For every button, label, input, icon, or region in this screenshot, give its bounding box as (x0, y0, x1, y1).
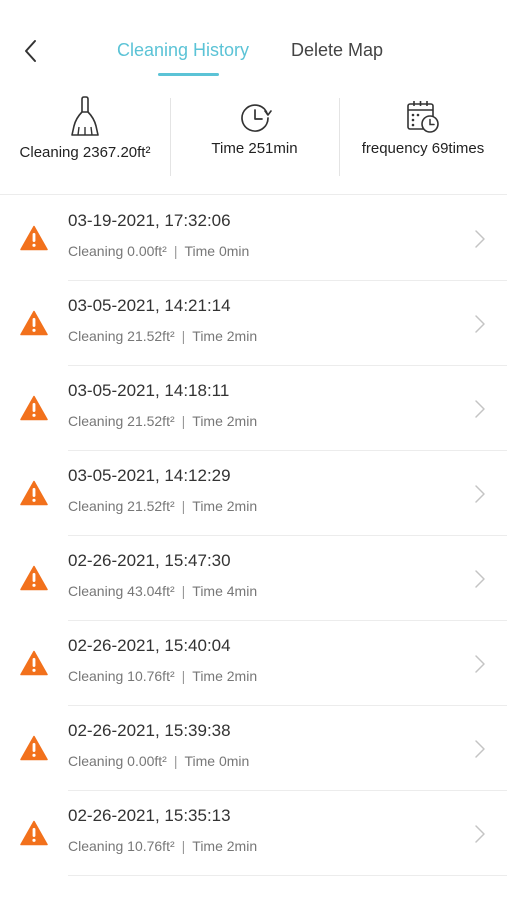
row-divider (68, 875, 507, 876)
record-area: Cleaning 21.52ft² (68, 413, 175, 429)
record-datetime: 03-05-2021, 14:18:11 (68, 381, 230, 400)
broom-icon (71, 96, 99, 136)
cleaning-record-item[interactable]: 02-26-2021, 15:47:30 Cleaning 43.04ft² | T… (0, 536, 507, 621)
warning-icon (20, 735, 48, 761)
record-area: Cleaning 0.00ft² (68, 753, 167, 769)
warning-icon (20, 820, 48, 846)
chevron-right-icon (475, 400, 485, 418)
record-details: Cleaning 0.00ft² | Time 0min (68, 243, 249, 259)
cleaning-record-item[interactable]: 03-05-2021, 14:18:11 Cleaning 21.52ft² | T… (0, 366, 507, 451)
cleaning-record-item[interactable]: 02-26-2021, 15:39:38 Cleaning 0.00ft² | Ti… (0, 706, 507, 791)
top-bar: Cleaning History Delete Map (0, 0, 507, 88)
calendar-clock-icon (407, 101, 439, 133)
summary-area-text: Cleaning 2367.20ft² (19, 144, 151, 161)
record-time: Time 2min (192, 498, 258, 514)
record-datetime: 03-05-2021, 14:21:14 (68, 296, 231, 315)
warning-icon (20, 650, 48, 676)
cleaning-summary: Cleaning 2367.20ft² Time 251min frequenc… (0, 88, 507, 195)
record-time: Time 0min (184, 243, 250, 259)
summary-area: Cleaning 2367.20ft² (0, 88, 170, 194)
record-time: Time 0min (184, 753, 250, 769)
active-tab-indicator (158, 73, 219, 76)
record-time: Time 2min (192, 668, 258, 684)
tab-delete-map[interactable]: Delete Map (291, 40, 383, 61)
record-time: Time 4min (192, 583, 258, 599)
chevron-left-icon (25, 40, 36, 62)
record-separator: | (181, 498, 186, 514)
summary-frequency: frequency 69times (339, 88, 507, 194)
record-separator: | (181, 838, 186, 854)
warning-icon (20, 480, 48, 506)
back-button[interactable] (20, 38, 44, 64)
record-datetime: 02-26-2021, 15:39:38 (68, 721, 231, 740)
record-separator: | (181, 583, 186, 599)
record-details: Cleaning 0.00ft² | Time 0min (68, 753, 249, 769)
record-details: Cleaning 10.76ft² | Time 2min (68, 668, 257, 684)
cleaning-record-item[interactable]: 02-26-2021, 15:40:04 Cleaning 10.76ft² | T… (0, 621, 507, 706)
record-area: Cleaning 0.00ft² (68, 243, 167, 259)
record-time: Time 2min (192, 413, 258, 429)
cleaning-record-item[interactable]: 02-26-2021, 15:35:13 Cleaning 10.76ft² | T… (0, 791, 507, 876)
record-datetime: 03-05-2021, 14:12:29 (68, 466, 231, 485)
record-time: Time 2min (192, 328, 258, 344)
record-time: Time 2min (192, 838, 258, 854)
tab-cleaning-history[interactable]: Cleaning History (117, 40, 249, 61)
record-separator: | (181, 668, 186, 684)
record-datetime: 02-26-2021, 15:40:04 (68, 636, 231, 655)
record-area: Cleaning 21.52ft² (68, 498, 175, 514)
record-details: Cleaning 10.76ft² | Time 2min (68, 838, 257, 854)
record-area: Cleaning 21.52ft² (68, 328, 175, 344)
record-details: Cleaning 21.52ft² | Time 2min (68, 413, 257, 429)
warning-icon (20, 225, 48, 251)
summary-time-text: Time 251min (211, 140, 298, 157)
record-datetime: 03-19-2021, 17:32:06 (68, 211, 231, 230)
cleaning-record-item[interactable]: 03-05-2021, 14:21:14 Cleaning 21.52ft² | T… (0, 281, 507, 366)
chevron-right-icon (475, 655, 485, 673)
record-details: Cleaning 21.52ft² | Time 2min (68, 498, 257, 514)
record-datetime: 02-26-2021, 15:47:30 (68, 551, 231, 570)
record-separator: | (173, 243, 178, 259)
chevron-right-icon (475, 570, 485, 588)
record-datetime: 02-26-2021, 15:35:13 (68, 806, 231, 825)
cleaning-record-item[interactable]: 03-19-2021, 17:32:06 Cleaning 0.00ft² | Ti… (0, 196, 507, 281)
record-separator: | (173, 753, 178, 769)
record-area: Cleaning 10.76ft² (68, 668, 175, 684)
clock-icon (240, 104, 272, 132)
record-details: Cleaning 21.52ft² | Time 2min (68, 328, 257, 344)
warning-icon (20, 565, 48, 591)
warning-icon (20, 395, 48, 421)
summary-frequency-text: frequency 69times (361, 140, 485, 157)
warning-icon (20, 310, 48, 336)
record-separator: | (181, 413, 186, 429)
chevron-right-icon (475, 740, 485, 758)
record-separator: | (181, 328, 186, 344)
chevron-right-icon (475, 485, 485, 503)
record-area: Cleaning 43.04ft² (68, 583, 175, 599)
summary-time: Time 251min (170, 88, 339, 194)
cleaning-record-item[interactable]: 03-05-2021, 14:12:29 Cleaning 21.52ft² | T… (0, 451, 507, 536)
chevron-right-icon (475, 230, 485, 248)
record-area: Cleaning 10.76ft² (68, 838, 175, 854)
chevron-right-icon (475, 315, 485, 333)
chevron-right-icon (475, 825, 485, 843)
record-details: Cleaning 43.04ft² | Time 4min (68, 583, 257, 599)
